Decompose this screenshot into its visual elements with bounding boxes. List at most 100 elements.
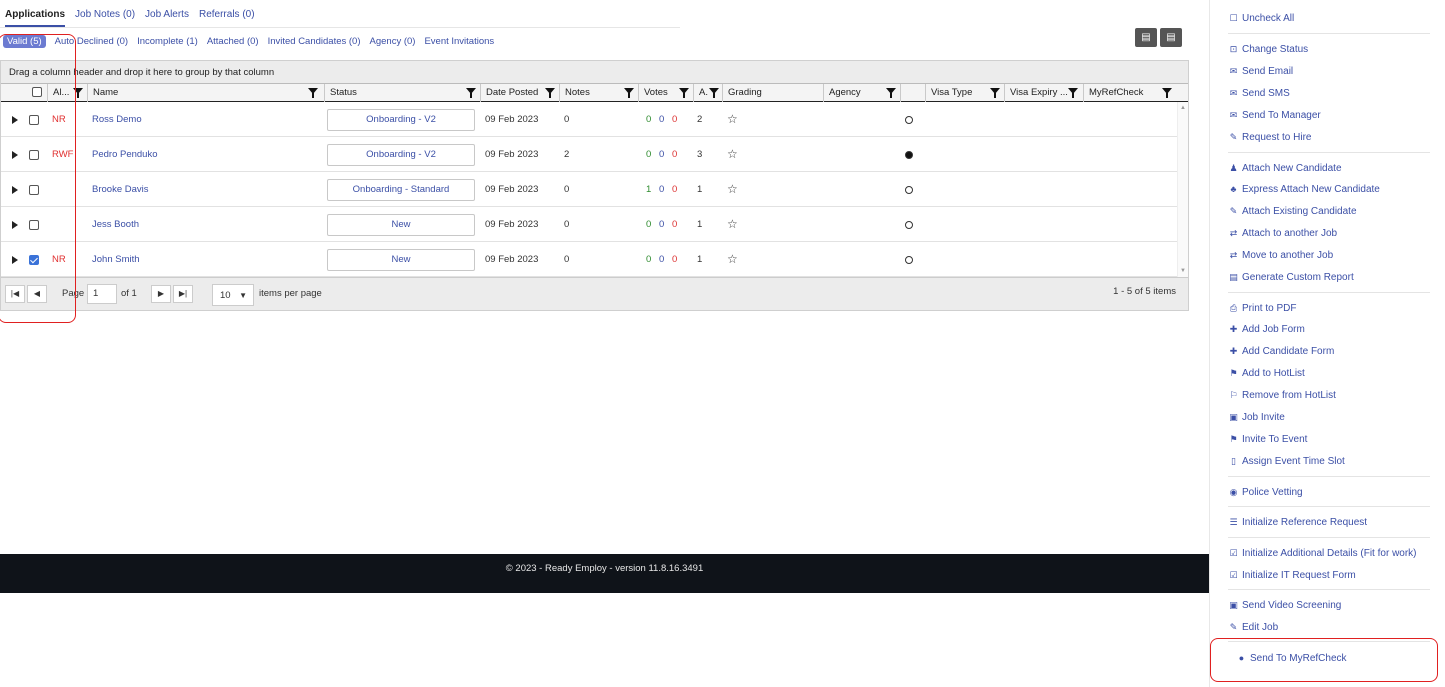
action-change-status[interactable]: ⊡ Change Status (1228, 41, 1308, 57)
status-button[interactable]: New (327, 249, 475, 271)
votes-down[interactable]: 0 (672, 172, 677, 207)
votes-down[interactable]: 0 (672, 137, 677, 172)
pdf-export-button[interactable]: ▤ (1160, 28, 1182, 47)
tab-applications[interactable]: Applications (5, 9, 66, 27)
action-move-to-another-job[interactable]: ⇄ Move to another Job (1228, 247, 1333, 263)
table-row[interactable]: RWF Pedro Penduko Onboarding - V2 09 Feb 20… (1, 137, 1177, 172)
star-icon[interactable]: ☆ (727, 242, 738, 277)
action-send-to-manager[interactable]: ✉ Send To Manager (1228, 107, 1321, 123)
table-row[interactable]: NR John Smith New 09 Feb 2023 0 0 0 0 1 ☆ (1, 242, 1177, 277)
action-send-video-screening[interactable]: ▣ Send Video Screening (1228, 597, 1341, 613)
filter-icon[interactable] (990, 88, 1000, 98)
subtab-event-invitations[interactable]: Event Invitations (424, 35, 494, 48)
votes-neutral[interactable]: 0 (659, 172, 664, 207)
last-page-button[interactable]: ▶| (173, 285, 193, 303)
votes-up[interactable]: 1 (646, 172, 651, 207)
action-add-candidate-form[interactable]: ✚ Add Candidate Form (1228, 343, 1335, 359)
items-per-page-select[interactable]: 10 ▼ (212, 284, 254, 306)
col-grading[interactable]: Grading (722, 84, 822, 102)
action-edit-job[interactable]: ✎ Edit Job (1228, 619, 1278, 635)
votes-down[interactable]: 0 (672, 102, 677, 137)
votes-up[interactable]: 0 (646, 102, 651, 137)
col-date-posted[interactable]: Date Posted (480, 84, 558, 102)
tab-job-alerts[interactable]: Job Alerts (145, 9, 189, 27)
action-attach-existing-candidate[interactable]: ✎ Attach Existing Candidate (1228, 203, 1357, 219)
candidate-name-link[interactable]: John Smith (92, 254, 140, 265)
action-assign-event-time-slot[interactable]: ▯ Assign Event Time Slot (1228, 453, 1345, 469)
col-myrefcheck[interactable]: MyRefCheck (1083, 84, 1177, 102)
scroll-down-icon[interactable]: ▼ (1180, 268, 1186, 274)
action-generate-custom-report[interactable]: ▤ Generate Custom Report (1228, 269, 1353, 285)
status-button[interactable]: Onboarding - V2 (327, 144, 475, 166)
candidate-name-link[interactable]: Brooke Davis (92, 184, 149, 195)
candidate-name-link[interactable]: Jess Booth (92, 219, 139, 230)
votes-up[interactable]: 0 (646, 207, 651, 242)
tab-job-notes[interactable]: Job Notes (0) (75, 9, 135, 27)
votes-neutral[interactable]: 0 (659, 207, 664, 242)
action-uncheck-all[interactable]: ☐ Uncheck All (1228, 10, 1294, 26)
tab-referrals[interactable]: Referrals (0) (199, 9, 255, 27)
filter-icon[interactable] (624, 88, 634, 98)
votes-up[interactable]: 0 (646, 242, 651, 277)
action-police-vetting[interactable]: ◉ Police Vetting (1228, 484, 1303, 500)
excel-export-button[interactable]: ▤ (1135, 28, 1157, 47)
votes-neutral[interactable]: 0 (659, 137, 664, 172)
table-row[interactable]: Brooke Davis Onboarding - Standard 09 Feb … (1, 172, 1177, 207)
status-button[interactable]: Onboarding - V2 (327, 109, 475, 131)
filter-icon[interactable] (466, 88, 476, 98)
col-name[interactable]: Name (87, 84, 323, 102)
action-send-sms[interactable]: ✉ Send SMS (1228, 85, 1290, 101)
action-request-to-hire[interactable]: ✎ Request to Hire (1228, 129, 1312, 145)
star-icon[interactable]: ☆ (727, 137, 738, 172)
star-icon[interactable]: ☆ (727, 207, 738, 242)
action-initialize-additional-details-fit-for-work[interactable]: ☑ Initialize Additional Details (Fit for … (1228, 545, 1416, 561)
action-job-invite[interactable]: ▣ Job Invite (1228, 409, 1285, 425)
group-drop-area[interactable]: Drag a column header and drop it here to… (1, 61, 1188, 84)
votes-down[interactable]: 0 (672, 242, 677, 277)
action-initialize-reference-request[interactable]: ☰ Initialize Reference Request (1228, 514, 1367, 530)
action-add-to-hotlist[interactable]: ⚑ Add to HotList (1228, 365, 1304, 381)
star-icon[interactable]: ☆ (727, 172, 738, 207)
votes-neutral[interactable]: 0 (659, 242, 664, 277)
status-button[interactable]: New (327, 214, 475, 236)
col-votes[interactable]: Votes (638, 84, 692, 102)
action-initialize-it-request-form[interactable]: ☑ Initialize IT Request Form (1228, 567, 1355, 583)
grid-scrollbar[interactable]: ▲ ▼ (1177, 102, 1188, 277)
candidate-name-link[interactable]: Ross Demo (92, 114, 142, 125)
status-button[interactable]: Onboarding - Standard (327, 179, 475, 201)
candidate-name-link[interactable]: Pedro Penduko (92, 149, 158, 160)
page-number-input[interactable]: 1 (87, 284, 117, 304)
action-attach-to-another-job[interactable]: ⇄ Attach to another Job (1228, 225, 1337, 241)
action-invite-to-event[interactable]: ⚑ Invite To Event (1228, 431, 1307, 447)
col-status[interactable]: Status (324, 84, 479, 102)
filter-icon[interactable] (1162, 88, 1172, 98)
subtab-attached[interactable]: Attached (0) (207, 35, 259, 48)
col-a[interactable]: A. (693, 84, 721, 102)
votes-down[interactable]: 0 (672, 207, 677, 242)
scroll-up-icon[interactable]: ▲ (1180, 105, 1186, 111)
action-send-email[interactable]: ✉ Send Email (1228, 63, 1293, 79)
subtab-invited-candidates[interactable]: Invited Candidates (0) (268, 35, 361, 48)
filter-icon[interactable] (709, 88, 719, 98)
star-icon[interactable]: ☆ (727, 102, 738, 137)
col-notes[interactable]: Notes (559, 84, 637, 102)
votes-neutral[interactable]: 0 (659, 102, 664, 137)
filter-icon[interactable] (308, 88, 318, 98)
table-row[interactable]: NR Ross Demo Onboarding - V2 09 Feb 2023 0 0 0… (1, 102, 1177, 137)
col-agency[interactable]: Agency (823, 84, 899, 102)
subtab-incomplete[interactable]: Incomplete (1) (137, 35, 198, 48)
votes-up[interactable]: 0 (646, 137, 651, 172)
action-express-attach-new-candidate[interactable]: ♣ Express Attach New Candidate (1228, 181, 1380, 197)
action-print-to-pdf[interactable]: ⎙ Print to PDF (1228, 300, 1297, 316)
table-row[interactable]: Jess Booth New 09 Feb 2023 0 0 0 0 1 ☆ (1, 207, 1177, 242)
filter-icon[interactable] (886, 88, 896, 98)
col-visa-type[interactable]: Visa Type (925, 84, 1003, 102)
action-attach-new-candidate[interactable]: ♟ Attach New Candidate (1228, 160, 1341, 176)
action-remove-from-hotlist[interactable]: ⚐ Remove from HotList (1228, 387, 1335, 403)
col-visa-expiry[interactable]: Visa Expiry ... (1004, 84, 1082, 102)
action-add-job-form[interactable]: ✚ Add Job Form (1228, 321, 1305, 337)
subtab-agency[interactable]: Agency (0) (370, 35, 416, 48)
filter-icon[interactable] (1068, 88, 1078, 98)
filter-icon[interactable] (545, 88, 555, 98)
next-page-button[interactable]: ▶ (151, 285, 171, 303)
